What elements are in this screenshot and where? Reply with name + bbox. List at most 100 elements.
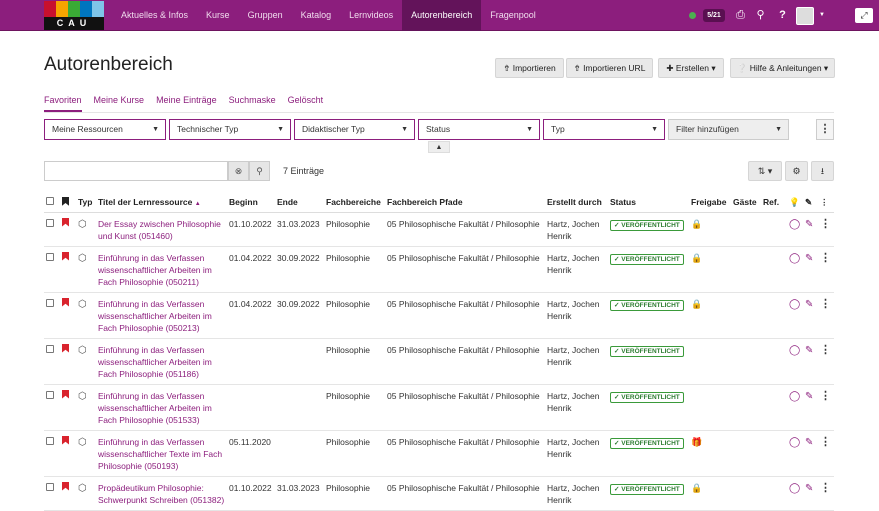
nav-item-fragenpool[interactable]: Fragenpool xyxy=(481,0,545,31)
edit-cell[interactable]: ✎ xyxy=(803,338,818,385)
edit-cell[interactable]: ✎ xyxy=(803,384,818,431)
bookmark-icon[interactable] xyxy=(62,435,69,445)
more-cell[interactable]: ⋮ xyxy=(818,476,834,511)
lightbulb-cell[interactable]: ◯ xyxy=(787,476,803,511)
settings-gear-icon[interactable]: ⚙ xyxy=(785,161,808,181)
select-all-checkbox[interactable] xyxy=(46,197,54,206)
bookmark-cell[interactable] xyxy=(60,384,76,431)
more-cell[interactable]: ⋮ xyxy=(818,292,834,339)
filter-technical-type[interactable]: Technischer Typ ▼ xyxy=(169,119,291,140)
tab-suchmaske[interactable]: Suchmaske xyxy=(229,95,276,112)
nav-item-aktuelles-infos[interactable]: Aktuelles & Infos xyxy=(112,0,197,31)
filter-options-kebab-icon[interactable]: ⋮ xyxy=(816,119,834,140)
lightbulb-icon[interactable]: ◯ xyxy=(789,299,800,310)
help-icon[interactable]: ? xyxy=(776,9,789,22)
import-url-button[interactable]: ⇮ Importieren URL xyxy=(566,58,653,78)
edit-icon[interactable]: ✎ xyxy=(805,345,813,356)
lightbulb-icon[interactable]: ◯ xyxy=(789,219,800,230)
edit-cell[interactable]: ✎ xyxy=(803,476,818,511)
row-checkbox-cell[interactable] xyxy=(44,384,60,431)
more-cell[interactable]: ⋮ xyxy=(818,430,834,477)
tab-meine-eintr-ge[interactable]: Meine Einträge xyxy=(156,95,217,112)
edit-cell[interactable]: ✎ xyxy=(803,246,818,293)
resource-title-link[interactable]: Einführung in das Verfassen wissenschaft… xyxy=(96,338,227,385)
col-share[interactable]: Freigabe xyxy=(689,193,731,213)
row-checkbox-cell[interactable] xyxy=(44,212,60,247)
search-button-icon[interactable]: ⚲ xyxy=(249,161,270,181)
create-button[interactable]: ✚ Erstellen ▾ xyxy=(658,58,724,78)
more-options-icon[interactable]: ⋮ xyxy=(820,218,831,230)
col-guests[interactable]: Gäste xyxy=(731,193,761,213)
select-all-checkbox-cell[interactable] xyxy=(44,193,60,213)
cau-logo[interactable]: CAU xyxy=(44,1,104,30)
bookmark-icon[interactable] xyxy=(62,251,69,261)
col-ref[interactable]: Ref. xyxy=(761,193,787,213)
resource-title-link[interactable]: Einführung in das Verfassen wissenschaft… xyxy=(96,292,227,339)
nav-item-katalog[interactable]: Katalog xyxy=(292,0,341,31)
bookmark-cell[interactable] xyxy=(60,476,76,511)
more-cell[interactable]: ⋮ xyxy=(818,212,834,247)
bookmark-icon[interactable] xyxy=(62,297,69,307)
more-cell[interactable]: ⋮ xyxy=(818,246,834,293)
clear-search-icon[interactable]: ⊗ xyxy=(228,161,249,181)
resource-title-link[interactable]: Einführung in das Verfassen wissenschaft… xyxy=(96,430,227,477)
print-icon[interactable]: ⎙ xyxy=(734,9,747,22)
user-avatar[interactable] xyxy=(796,7,814,25)
row-checkbox[interactable] xyxy=(46,436,54,445)
more-options-icon[interactable]: ⋮ xyxy=(820,344,831,356)
more-options-icon[interactable]: ⋮ xyxy=(820,436,831,448)
lightbulb-cell[interactable]: ◯ xyxy=(787,384,803,431)
edit-icon[interactable]: ✎ xyxy=(805,253,813,264)
nav-item-lernvideos[interactable]: Lernvideos xyxy=(340,0,402,31)
tab-favoriten[interactable]: Favoriten xyxy=(44,95,82,112)
bookmark-cell[interactable] xyxy=(60,292,76,339)
lightbulb-cell[interactable]: ◯ xyxy=(787,338,803,385)
bookmark-cell[interactable] xyxy=(60,246,76,293)
col-created-by[interactable]: Erstellt durch xyxy=(545,193,608,213)
tab-meine-kurse[interactable]: Meine Kurse xyxy=(94,95,145,112)
more-options-icon[interactable]: ⋮ xyxy=(820,252,831,264)
more-cell[interactable]: ⋮ xyxy=(818,338,834,385)
nav-item-autorenbereich[interactable]: Autorenbereich xyxy=(402,0,482,31)
row-checkbox[interactable] xyxy=(46,218,54,227)
more-options-icon[interactable]: ⋮ xyxy=(820,390,831,402)
edit-cell[interactable]: ✎ xyxy=(803,292,818,339)
fullscreen-icon[interactable]: ⤢ xyxy=(855,8,873,23)
row-checkbox-cell[interactable] xyxy=(44,430,60,477)
search-input[interactable] xyxy=(44,161,228,181)
tab-gel-scht[interactable]: Gelöscht xyxy=(288,95,324,112)
more-options-icon[interactable]: ⋮ xyxy=(820,482,831,494)
col-type[interactable]: Typ xyxy=(76,193,96,213)
bookmark-cell[interactable] xyxy=(60,212,76,247)
edit-icon[interactable]: ✎ xyxy=(805,437,813,448)
col-paths[interactable]: Fachbereich Pfade xyxy=(385,193,545,213)
edit-icon[interactable]: ✎ xyxy=(805,219,813,230)
lightbulb-icon[interactable]: ◯ xyxy=(789,253,800,264)
resource-title-link[interactable]: Der Essay zwischen Philosophie und Kunst… xyxy=(96,212,227,247)
filter-didactic-type[interactable]: Didaktischer Typ ▼ xyxy=(294,119,415,140)
more-cell[interactable]: ⋮ xyxy=(818,384,834,431)
lightbulb-icon[interactable]: ◯ xyxy=(789,437,800,448)
edit-icon[interactable]: ✎ xyxy=(805,483,813,494)
col-fields[interactable]: Fachbereiche xyxy=(324,193,385,213)
row-checkbox[interactable] xyxy=(46,482,54,491)
row-checkbox-cell[interactable] xyxy=(44,246,60,293)
lightbulb-icon[interactable]: ◯ xyxy=(789,483,800,494)
row-checkbox[interactable] xyxy=(46,344,54,353)
lightbulb-cell[interactable]: ◯ xyxy=(787,246,803,293)
row-checkbox-cell[interactable] xyxy=(44,292,60,339)
filter-my-resources[interactable]: Meine Ressourcen ▼ xyxy=(44,119,166,140)
sort-order-button[interactable]: ⇅ ▾ xyxy=(748,161,782,181)
bookmark-cell[interactable] xyxy=(60,338,76,385)
lightbulb-cell[interactable]: ◯ xyxy=(787,430,803,477)
col-end[interactable]: Ende xyxy=(275,193,324,213)
resource-title-link[interactable]: Einführung in das Verfassen wissenschaft… xyxy=(96,384,227,431)
row-checkbox[interactable] xyxy=(46,390,54,399)
col-status[interactable]: Status xyxy=(608,193,689,213)
nav-item-gruppen[interactable]: Gruppen xyxy=(239,0,292,31)
bookmark-icon[interactable] xyxy=(62,389,69,399)
edit-cell[interactable]: ✎ xyxy=(803,430,818,477)
chevron-down-icon[interactable]: ▼ xyxy=(819,12,825,18)
search-icon[interactable]: ⚲ xyxy=(754,9,767,22)
lightbulb-icon[interactable]: ◯ xyxy=(789,345,800,356)
